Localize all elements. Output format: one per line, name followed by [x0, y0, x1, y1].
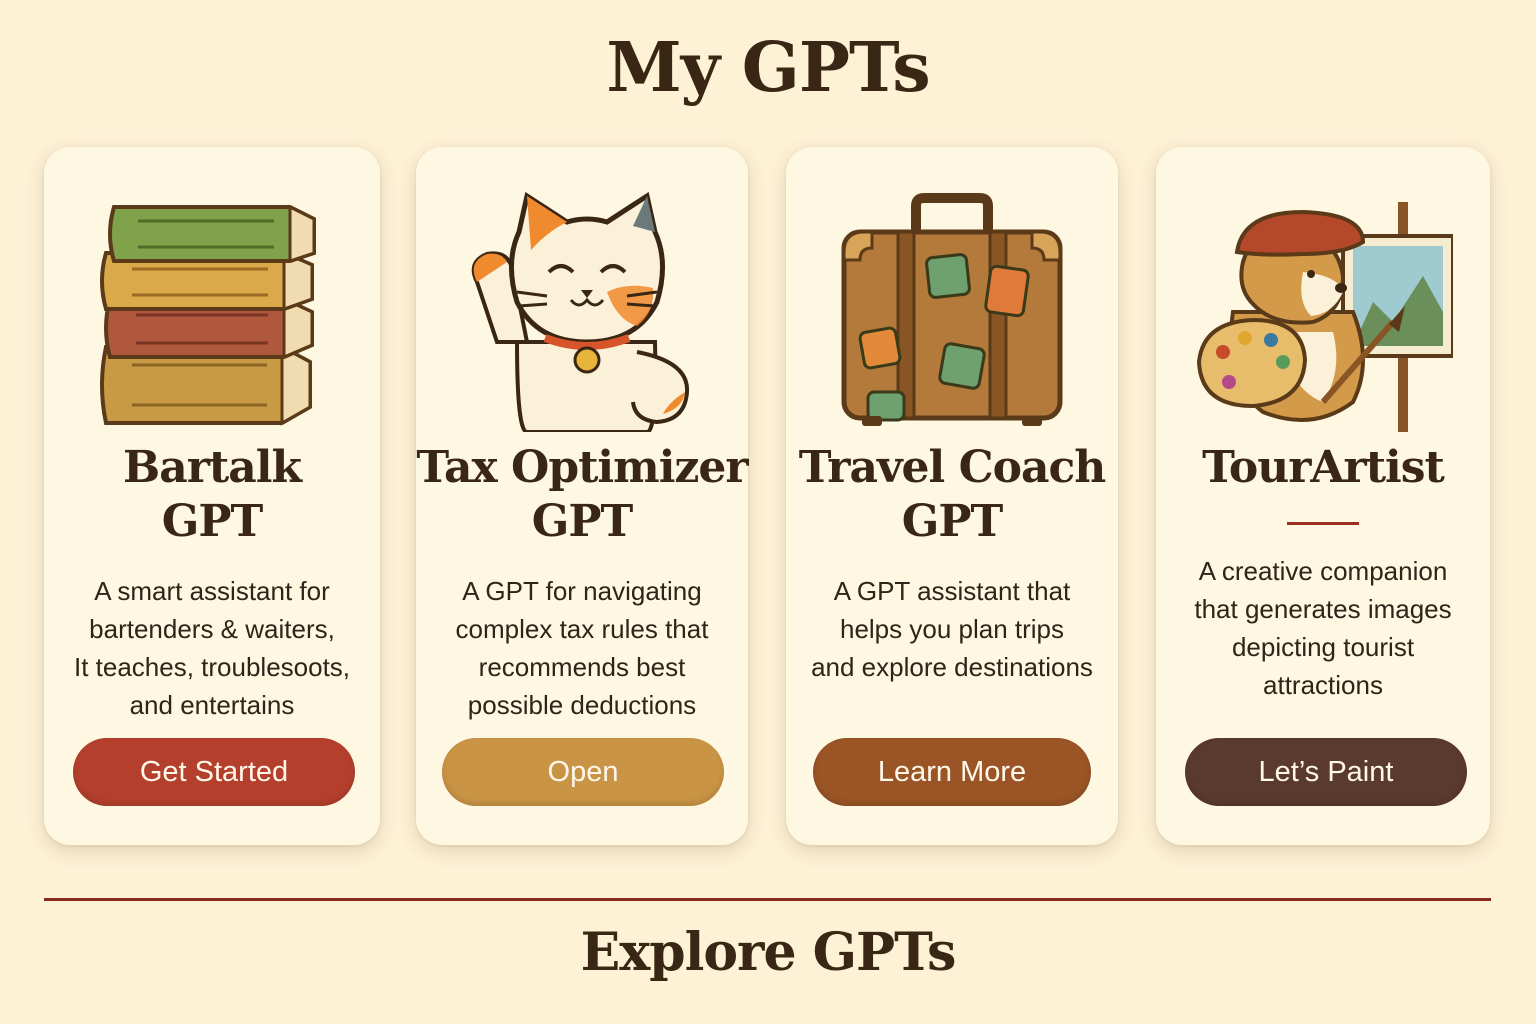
section-divider — [44, 898, 1491, 901]
card-title: Travel Coach GPT — [798, 442, 1106, 547]
card-description: A creative companion that generates imag… — [1194, 556, 1452, 700]
gpt-card-tourartist[interactable]: TourArtist A creative companion that gen… — [1156, 147, 1490, 845]
stack-of-books-icon — [44, 177, 380, 447]
card-description: A GPT assistant that helps you plan trip… — [811, 576, 1093, 682]
card-title: Tax Optimizer GPT — [416, 442, 748, 547]
get-started-button[interactable]: Get Started — [73, 738, 355, 806]
lucky-cat-icon — [416, 177, 748, 447]
card-title: TourArtist — [1202, 442, 1445, 493]
gpt-card-tax-optimizer[interactable]: Tax Optimizer GPT A GPT for navigating c… — [416, 147, 749, 845]
open-button[interactable]: Open — [442, 738, 724, 806]
card-description: A smart assistant for bartenders & waite… — [73, 576, 351, 720]
card-description: A GPT for navigating complex tax rules t… — [455, 576, 709, 720]
painter-dog-icon — [1156, 177, 1490, 447]
explore-gpts-heading: Explore GPTs — [580, 922, 957, 983]
page-title: My GPTs — [606, 28, 930, 108]
learn-more-button[interactable]: Learn More — [813, 738, 1091, 806]
lets-paint-button[interactable]: Let’s Paint — [1185, 738, 1467, 806]
gpt-card-bartalk[interactable]: Bartalk GPT A smart assistant for barten… — [44, 147, 380, 845]
title-divider — [1287, 522, 1359, 525]
card-title: Bartalk GPT — [123, 442, 302, 547]
suitcase-icon — [786, 177, 1118, 447]
gpt-card-travel-coach[interactable]: Travel Coach GPT A GPT assistant that he… — [786, 147, 1118, 845]
